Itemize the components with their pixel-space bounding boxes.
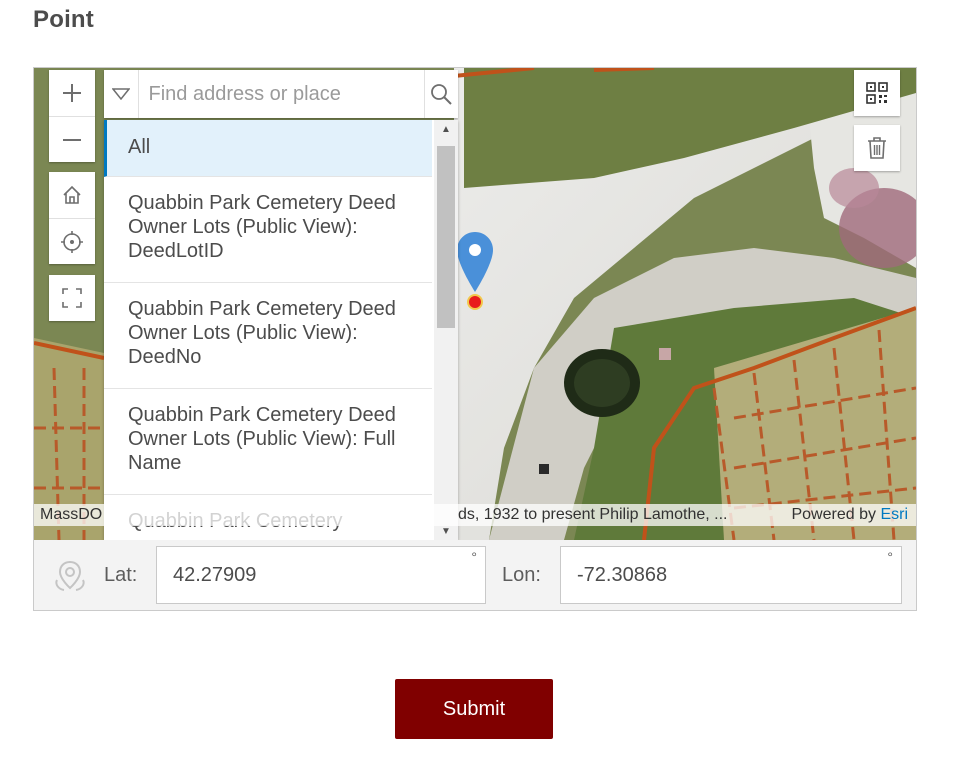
attribution-left: MassDO xyxy=(40,506,103,523)
qr-code-icon xyxy=(866,82,888,104)
scroll-thumb[interactable] xyxy=(437,146,455,328)
fullscreen-control xyxy=(49,275,95,321)
locate-button[interactable] xyxy=(49,218,95,264)
minus-icon xyxy=(63,138,81,141)
plus-icon xyxy=(63,84,81,102)
lon-label: Lon: xyxy=(502,564,541,586)
expand-icon xyxy=(62,288,82,308)
scroll-up-icon[interactable]: ▲ xyxy=(434,120,458,138)
triangle-down-icon xyxy=(111,88,130,100)
lon-degree-symbol: ° xyxy=(887,549,893,565)
section-title: Point xyxy=(33,6,94,33)
lon-input[interactable] xyxy=(561,547,901,603)
coordinates-bar: Lat: ° Lon: ° xyxy=(34,540,916,610)
nav-controls xyxy=(49,172,95,264)
source-item-deedlotid[interactable]: Quabbin Park Cemetery Deed Owner Lots (P… xyxy=(104,177,432,283)
lat-input[interactable] xyxy=(157,547,485,603)
lat-field-wrapper: ° xyxy=(156,546,486,604)
zoom-controls xyxy=(49,70,95,162)
source-item-full-name[interactable]: Quabbin Park Cemetery Deed Owner Lots (P… xyxy=(104,389,432,495)
lat-label: Lat: xyxy=(104,564,138,586)
lon-field-wrapper: ° xyxy=(560,546,902,604)
map-widget: All Quabbin Park Cemetery Deed Owner Lot… xyxy=(33,67,917,611)
source-item-deedno[interactable]: Quabbin Park Cemetery Deed Owner Lots (P… xyxy=(104,283,432,389)
search-input[interactable] xyxy=(138,70,424,118)
map-view[interactable]: All Quabbin Park Cemetery Deed Owner Lot… xyxy=(34,68,916,540)
search-button[interactable] xyxy=(423,70,459,118)
location-pin-icon[interactable] xyxy=(457,232,493,312)
search-source-dropdown[interactable] xyxy=(104,70,139,118)
menu-scrollbar[interactable]: ▲ ▼ xyxy=(434,120,458,540)
search-icon xyxy=(431,84,452,105)
lat-degree-symbol: ° xyxy=(471,549,477,565)
submit-button[interactable]: Submit xyxy=(395,679,553,739)
attribution-powered-by: Powered by Esri xyxy=(791,504,908,526)
home-icon xyxy=(63,185,81,204)
esri-link[interactable]: Esri xyxy=(880,506,908,523)
zoom-out-button[interactable] xyxy=(49,116,95,162)
powered-by-text: Powered by xyxy=(791,506,876,523)
map-attribution: MassDO ds, 1932 to present Philip Lamoth… xyxy=(34,504,916,526)
search-widget xyxy=(104,70,458,118)
fullscreen-button[interactable] xyxy=(49,275,95,321)
home-button[interactable] xyxy=(49,172,95,218)
geolocation-icon[interactable] xyxy=(52,558,88,594)
zoom-in-button[interactable] xyxy=(49,70,95,116)
delete-button[interactable] xyxy=(854,125,900,171)
trash-icon xyxy=(868,137,886,159)
attribution-middle[interactable]: ds, 1932 to present Philip Lamothe, ... xyxy=(458,504,728,526)
qr-code-button[interactable] xyxy=(854,70,900,116)
source-item-all[interactable]: All xyxy=(104,120,432,177)
source-list: All Quabbin Park Cemetery Deed Owner Lot… xyxy=(104,120,432,540)
crosshair-icon xyxy=(61,230,83,253)
search-source-menu: All Quabbin Park Cemetery Deed Owner Lot… xyxy=(104,120,458,540)
